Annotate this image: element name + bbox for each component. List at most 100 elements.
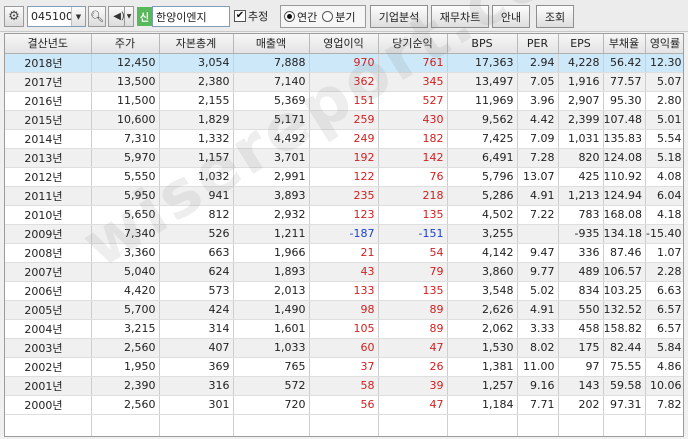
radio-annual[interactable]: [284, 11, 295, 22]
table-cell: 458: [558, 319, 604, 339]
table-cell: 7.22: [517, 205, 559, 225]
table-row[interactable]: 2017년 13,500 2,380 7,140 362 345 13,497 7.05 1,9…: [5, 72, 683, 92]
table-cell: [645, 414, 683, 436]
estimate-checkbox[interactable]: ✔: [234, 10, 246, 22]
table-row[interactable]: 2014년 7,310 1,332 4,492 249 182 7,425 7.09 1,031…: [5, 129, 683, 149]
table-cell: 336: [558, 243, 604, 263]
table-cell: 82.44: [603, 338, 646, 358]
table-cell: 2011년: [5, 186, 92, 206]
table-cell: 970: [309, 53, 379, 73]
table-cell: 4.08: [645, 167, 683, 187]
column-header[interactable]: 부채율: [603, 34, 646, 54]
table-cell: 550: [558, 300, 604, 320]
table-cell: 5,950: [91, 186, 160, 206]
table-cell: 3.96: [517, 91, 559, 111]
table-cell: 6.63: [645, 281, 683, 301]
radio-annual-label: 연간: [297, 10, 318, 24]
table-cell: 218: [378, 186, 448, 206]
table-cell: 142: [378, 148, 448, 168]
toolbar: ⚙ 045100 ▼ 🔍︎ ◀) ▼ 신 한양이엔지 ✔ 추정 연간 분기 기업…: [0, 0, 688, 32]
column-header[interactable]: 영익률: [645, 34, 683, 54]
table-cell: [603, 414, 646, 436]
table-cell: 134.18: [603, 224, 646, 244]
table-row[interactable]: 2001년 2,390 316 572 58 39 1,257 9.16 143 59.58 10.…: [5, 376, 683, 396]
column-header[interactable]: 결산년도: [5, 34, 92, 54]
table-cell: 98: [309, 300, 379, 320]
table-cell: 124.94: [603, 186, 646, 206]
table-row[interactable]: 2009년 7,340 526 1,211 -187 -151 3,255 -935 134.1…: [5, 224, 683, 244]
table-cell: 77.57: [603, 72, 646, 92]
table-row[interactable]: 2006년 4,420 573 2,013 133 135 3,548 5.02 834 103.…: [5, 281, 683, 301]
table-cell: 2,399: [558, 110, 604, 130]
table-cell: 135.83: [603, 129, 646, 149]
table-cell: 8.02: [517, 338, 559, 358]
table-row[interactable]: 2004년 3,215 314 1,601 105 89 2,062 3.33 458 158.8…: [5, 319, 683, 339]
table-cell: 56: [309, 395, 379, 415]
table-row[interactable]: 2002년 1,950 369 765 37 26 1,381 11.00 97 75.55 4.8…: [5, 357, 683, 377]
guide-button[interactable]: 안내: [492, 5, 530, 28]
table-cell: 2016년: [5, 91, 92, 111]
settings-button[interactable]: ⚙: [4, 6, 24, 27]
column-header[interactable]: 매출액: [233, 34, 310, 54]
table-cell: 7,425: [447, 129, 518, 149]
search-button[interactable]: 🔍︎: [88, 6, 106, 27]
column-header[interactable]: EPS: [558, 34, 604, 54]
table-cell: 1,829: [159, 110, 234, 130]
company-name-field[interactable]: 한양이엔지: [152, 6, 230, 27]
table-row[interactable]: 2000년 2,560 301 720 56 47 1,184 7.71 202 97.31 7.8…: [5, 395, 683, 415]
financial-chart-button[interactable]: 재무차트: [431, 5, 489, 28]
table-cell: 2,390: [91, 376, 160, 396]
table-cell: 4,420: [91, 281, 160, 301]
column-header[interactable]: 당기순익: [378, 34, 448, 54]
table-cell: 2000년: [5, 395, 92, 415]
table-cell: 2,907: [558, 91, 604, 111]
table-row[interactable]: 2015년 10,600 1,829 5,171 259 430 9,562 4.42 2,39…: [5, 110, 683, 130]
table-cell: 3,701: [233, 148, 310, 168]
chevron-down-icon: ▼: [126, 13, 132, 20]
table-cell: 110.92: [603, 167, 646, 187]
radio-quarter[interactable]: [322, 11, 334, 22]
table-cell: 720: [233, 395, 310, 415]
table-cell: 624: [159, 262, 234, 282]
table-row[interactable]: 2010년 5,650 812 2,932 123 135 4,502 7.22 783 168.…: [5, 205, 683, 225]
table-cell: 316: [159, 376, 234, 396]
table-cell: 132.52: [603, 300, 646, 320]
table-row[interactable]: 2018년 12,450 3,054 7,888 970 761 17,363 2.94 4,2…: [5, 53, 683, 73]
table-cell: 2,626: [447, 300, 518, 320]
column-header[interactable]: 자본총계: [159, 34, 234, 54]
speaker-dropdown[interactable]: ▼: [124, 6, 134, 27]
financial-table-grid[interactable]: 결산년도 주가 자본총계 매출액 영업이익 당기순익 BPS PER EPS 부채율 영익률 201…: [4, 33, 684, 437]
table-row[interactable]: 2016년 11,500 2,155 5,369 151 527 11,969 3.96 2,9…: [5, 91, 683, 111]
table-row[interactable]: 2011년 5,950 941 3,893 235 218 5,286 4.91 1,213 12…: [5, 186, 683, 206]
table-row[interactable]: 2007년 5,040 624 1,893 43 79 3,860 9.77 489 106.57…: [5, 262, 683, 282]
company-analysis-button[interactable]: 기업분석: [370, 5, 428, 28]
table-row[interactable]: 2005년 5,700 424 1,490 98 89 2,626 4.91 550 132.52…: [5, 300, 683, 320]
table-cell: 527: [378, 91, 448, 111]
table-cell: 235: [309, 186, 379, 206]
table-cell: 103.25: [603, 281, 646, 301]
query-button[interactable]: 조회: [536, 5, 574, 28]
table-row[interactable]: 2013년 5,970 1,157 3,701 192 142 6,491 7.28 820 12…: [5, 148, 683, 168]
table-cell: 1,184: [447, 395, 518, 415]
chevron-down-icon[interactable]: ▼: [71, 7, 85, 26]
table-cell: 425: [558, 167, 604, 187]
table-row[interactable]: 2008년 3,360 663 1,966 21 54 4,142 9.47 336 87.46 1…: [5, 243, 683, 263]
stock-code-input[interactable]: 045100 ▼: [27, 6, 86, 27]
table-cell: [378, 414, 448, 436]
table-row[interactable]: 2012년 5,550 1,032 2,991 122 76 5,796 13.07 425 11…: [5, 167, 683, 187]
table-cell: 11,500: [91, 91, 160, 111]
table-row[interactable]: 2003년 2,560 407 1,033 60 47 1,530 8.02 175 82.44 5…: [5, 338, 683, 358]
table-cell: 2001년: [5, 376, 92, 396]
table-cell: 47: [378, 395, 448, 415]
table-cell: 2009년: [5, 224, 92, 244]
table-cell: 1,213: [558, 186, 604, 206]
table-cell: 362: [309, 72, 379, 92]
table-cell: 9.77: [517, 262, 559, 282]
column-header[interactable]: BPS: [447, 34, 518, 54]
column-header[interactable]: PER: [517, 34, 559, 54]
table-cell: 2,013: [233, 281, 310, 301]
table-cell: 1.07: [645, 243, 683, 263]
table-cell: 192: [309, 148, 379, 168]
column-header[interactable]: 주가: [91, 34, 160, 54]
column-header[interactable]: 영업이익: [309, 34, 379, 54]
